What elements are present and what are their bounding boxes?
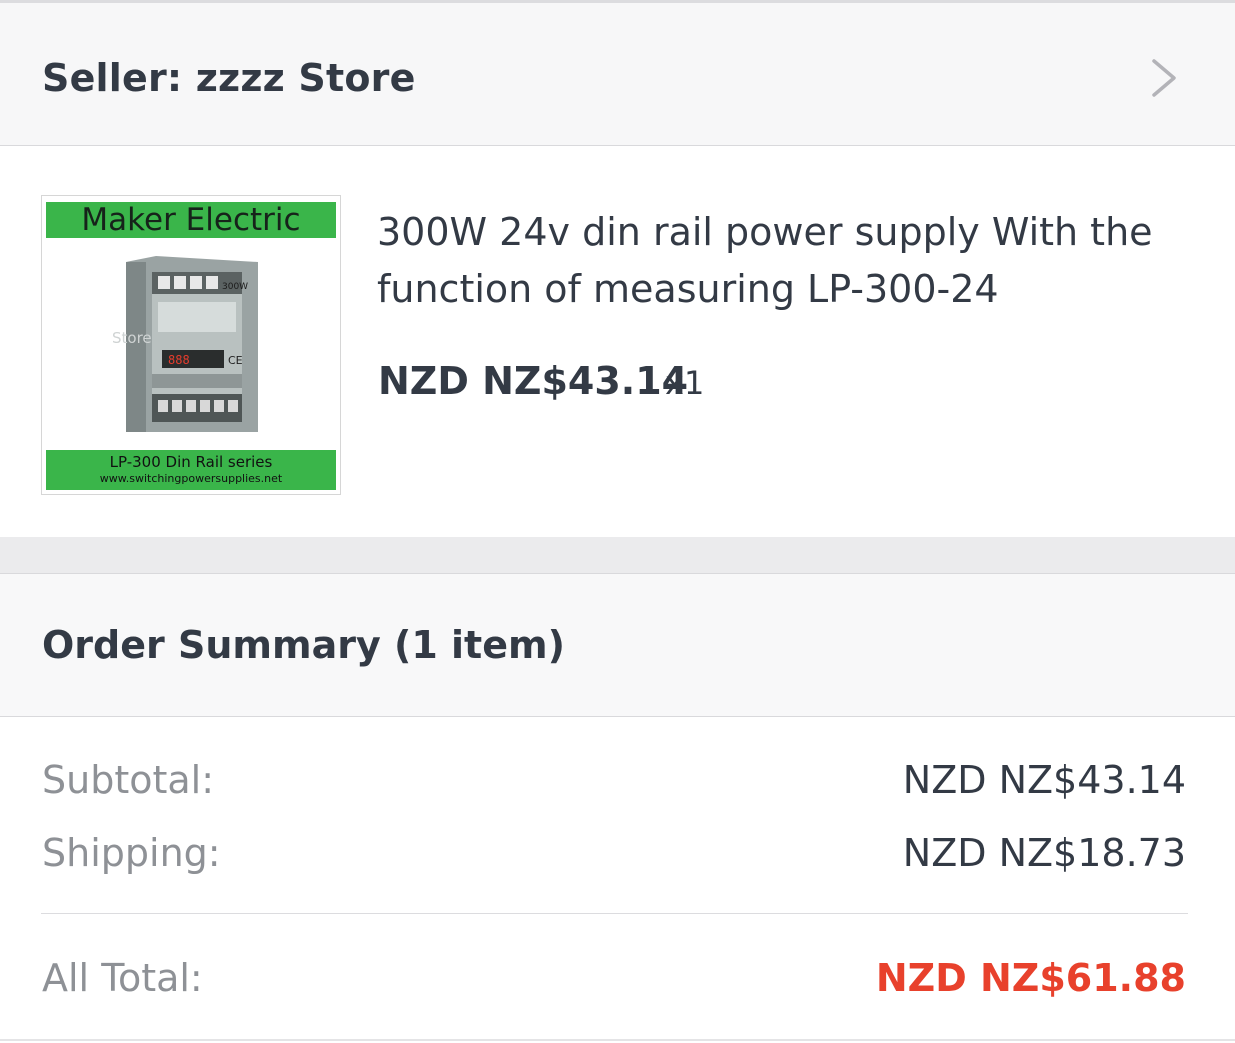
- svg-text:888: 888: [168, 353, 190, 367]
- bottom-divider: [0, 1039, 1235, 1041]
- product-item[interactable]: Maker Electric 300W 888 CE Store LP-300 …: [0, 146, 1235, 537]
- product-price: NZD NZ$43.14: [378, 359, 689, 403]
- image-brand-text: Maker Electric: [81, 202, 301, 238]
- shipping-value: NZD NZ$18.73: [902, 831, 1186, 875]
- seller-name: Seller: zzzz Store: [42, 56, 416, 100]
- seller-row[interactable]: Seller: zzzz Store: [0, 0, 1235, 146]
- subtotal-label: Subtotal:: [42, 758, 215, 802]
- order-summary-title: Order Summary (1 item): [42, 623, 565, 667]
- section-separator: [0, 537, 1235, 573]
- shipping-label: Shipping:: [42, 831, 221, 875]
- svg-text:300W: 300W: [222, 282, 248, 292]
- chevron-right-icon: [1152, 59, 1176, 97]
- product-title[interactable]: 300W 24v din rail power supply With the …: [377, 204, 1207, 318]
- order-totals: Subtotal: NZD NZ$43.14 Shipping: NZD NZ$…: [0, 717, 1235, 1043]
- subtotal-value: NZD NZ$43.14: [902, 758, 1186, 802]
- image-watermark: Store: [112, 329, 152, 347]
- product-image[interactable]: Maker Electric 300W 888 CE Store LP-300 …: [41, 195, 341, 495]
- order-confirmation-page: Seller: zzzz Store Maker Electric 300W 8: [0, 0, 1235, 1043]
- image-url-text: www.switchingpowersupplies.net: [99, 472, 283, 485]
- all-total-label: All Total:: [42, 956, 203, 1000]
- order-summary-header: Order Summary (1 item): [0, 573, 1235, 717]
- product-quantity: x1: [665, 364, 705, 402]
- svg-text:CE: CE: [228, 354, 243, 367]
- image-series-text: LP-300 Din Rail series: [109, 453, 273, 471]
- totals-divider: [41, 913, 1188, 914]
- all-total-value: NZD NZ$61.88: [875, 956, 1186, 1000]
